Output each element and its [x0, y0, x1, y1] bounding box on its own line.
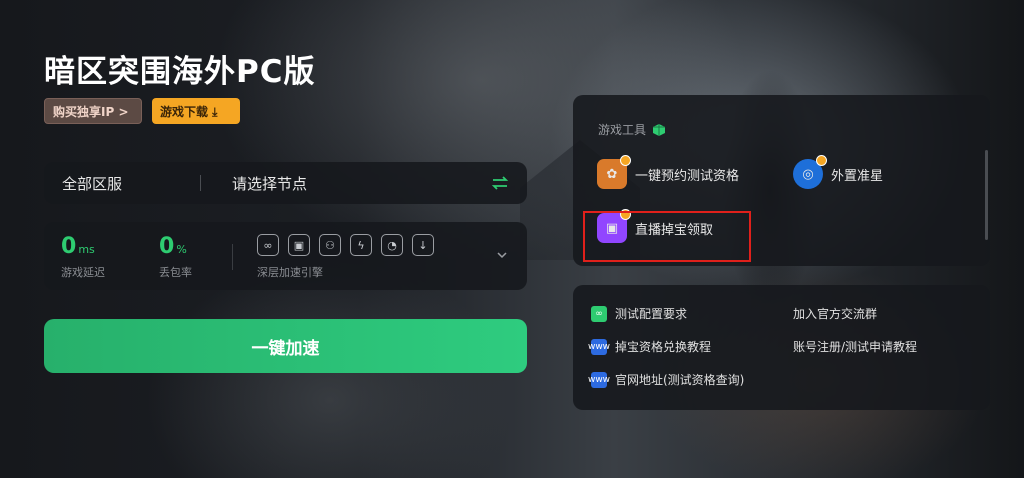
latency-value: 0 ms [61, 234, 95, 259]
link-label: 掉宝资格兑换教程 [615, 340, 712, 354]
link-label: 账号注册/测试申请教程 [793, 340, 918, 354]
packet-loss-label: 丢包率 [159, 266, 192, 279]
link-icon: ∞ [591, 305, 607, 322]
link-label: 测试配置要求 [615, 307, 688, 321]
web-icon: www [588, 338, 610, 355]
switch-icon[interactable] [491, 174, 509, 192]
link-drops-tutorial[interactable]: www 掉宝资格兑换教程 [588, 338, 712, 355]
crosshair-icon: ◎ [793, 155, 827, 189]
tool-crosshair[interactable]: ◎ 外置准星 [793, 155, 884, 189]
region-selector[interactable]: 全部区服 请选择节点 [44, 162, 527, 204]
link-icon: ∞ [257, 234, 279, 256]
game-download-button[interactable]: 游戏下载 ⤓ [152, 98, 240, 124]
buy-exclusive-ip-button[interactable]: 购买独享IP > [44, 98, 142, 124]
tool-label: 外置准星 [831, 168, 884, 184]
twitch-icon: ▣ [597, 209, 631, 243]
latency-label: 游戏延迟 [61, 266, 105, 279]
link-label: 加入官方交流群 [793, 307, 878, 321]
engine-icons: ∞ ▣ ⚇ ϟ ◔ ↓ [257, 234, 434, 256]
tool-label: 直播掉宝领取 [635, 222, 714, 238]
network-icon: ⚇ [319, 234, 341, 256]
stats-panel: 0 ms 游戏延迟 0% 丢包率 ∞ ▣ ⚇ ϟ ◔ ↓ 深层加速引擎 [44, 222, 527, 290]
link-official-site[interactable]: www 官网地址(测试资格查询) [588, 371, 745, 388]
link-test-requirements[interactable]: ∞ 测试配置要求 [591, 305, 687, 322]
link-register-tutorial[interactable]: 账号注册/测试申请教程 [793, 338, 917, 355]
game-tools-panel: 游戏工具 ✿ 一键预约测试资格 ◎ 外置准星 ▣ 直播掉宝领取 [573, 95, 990, 266]
tools-title: 游戏工具 [598, 121, 666, 138]
one-click-accelerate-button[interactable]: 一键加速 [44, 319, 527, 373]
web-icon: www [588, 371, 610, 388]
chevron-down-icon[interactable] [497, 250, 507, 260]
screen-icon: ▣ [288, 234, 310, 256]
divider [200, 175, 201, 191]
calendar-icon: ✿ [597, 155, 631, 189]
speed-icon: ◔ [381, 234, 403, 256]
packet-loss-value: 0% [159, 234, 187, 259]
tool-stream-drops[interactable]: ▣ 直播掉宝领取 [597, 209, 714, 243]
tool-label: 一键预约测试资格 [635, 168, 740, 184]
node-selector[interactable]: 请选择节点 [232, 173, 307, 194]
cube-icon [653, 123, 666, 136]
link-join-group[interactable]: 加入官方交流群 [793, 305, 877, 322]
game-title: 暗区突围海外PC版 [44, 54, 316, 90]
download-icon: ↓ [412, 234, 434, 256]
link-label: 官网地址(测试资格查询) [615, 373, 745, 387]
scrollbar[interactable] [985, 150, 988, 240]
lightning-icon: ϟ [350, 234, 372, 256]
region-label[interactable]: 全部区服 [62, 173, 122, 194]
links-panel: ∞ 测试配置要求 加入官方交流群 www 掉宝资格兑换教程 账号注册/测试申请教… [573, 285, 990, 410]
tool-reserve-test[interactable]: ✿ 一键预约测试资格 [597, 155, 740, 189]
divider [232, 244, 233, 270]
engine-label: 深层加速引擎 [257, 266, 323, 279]
